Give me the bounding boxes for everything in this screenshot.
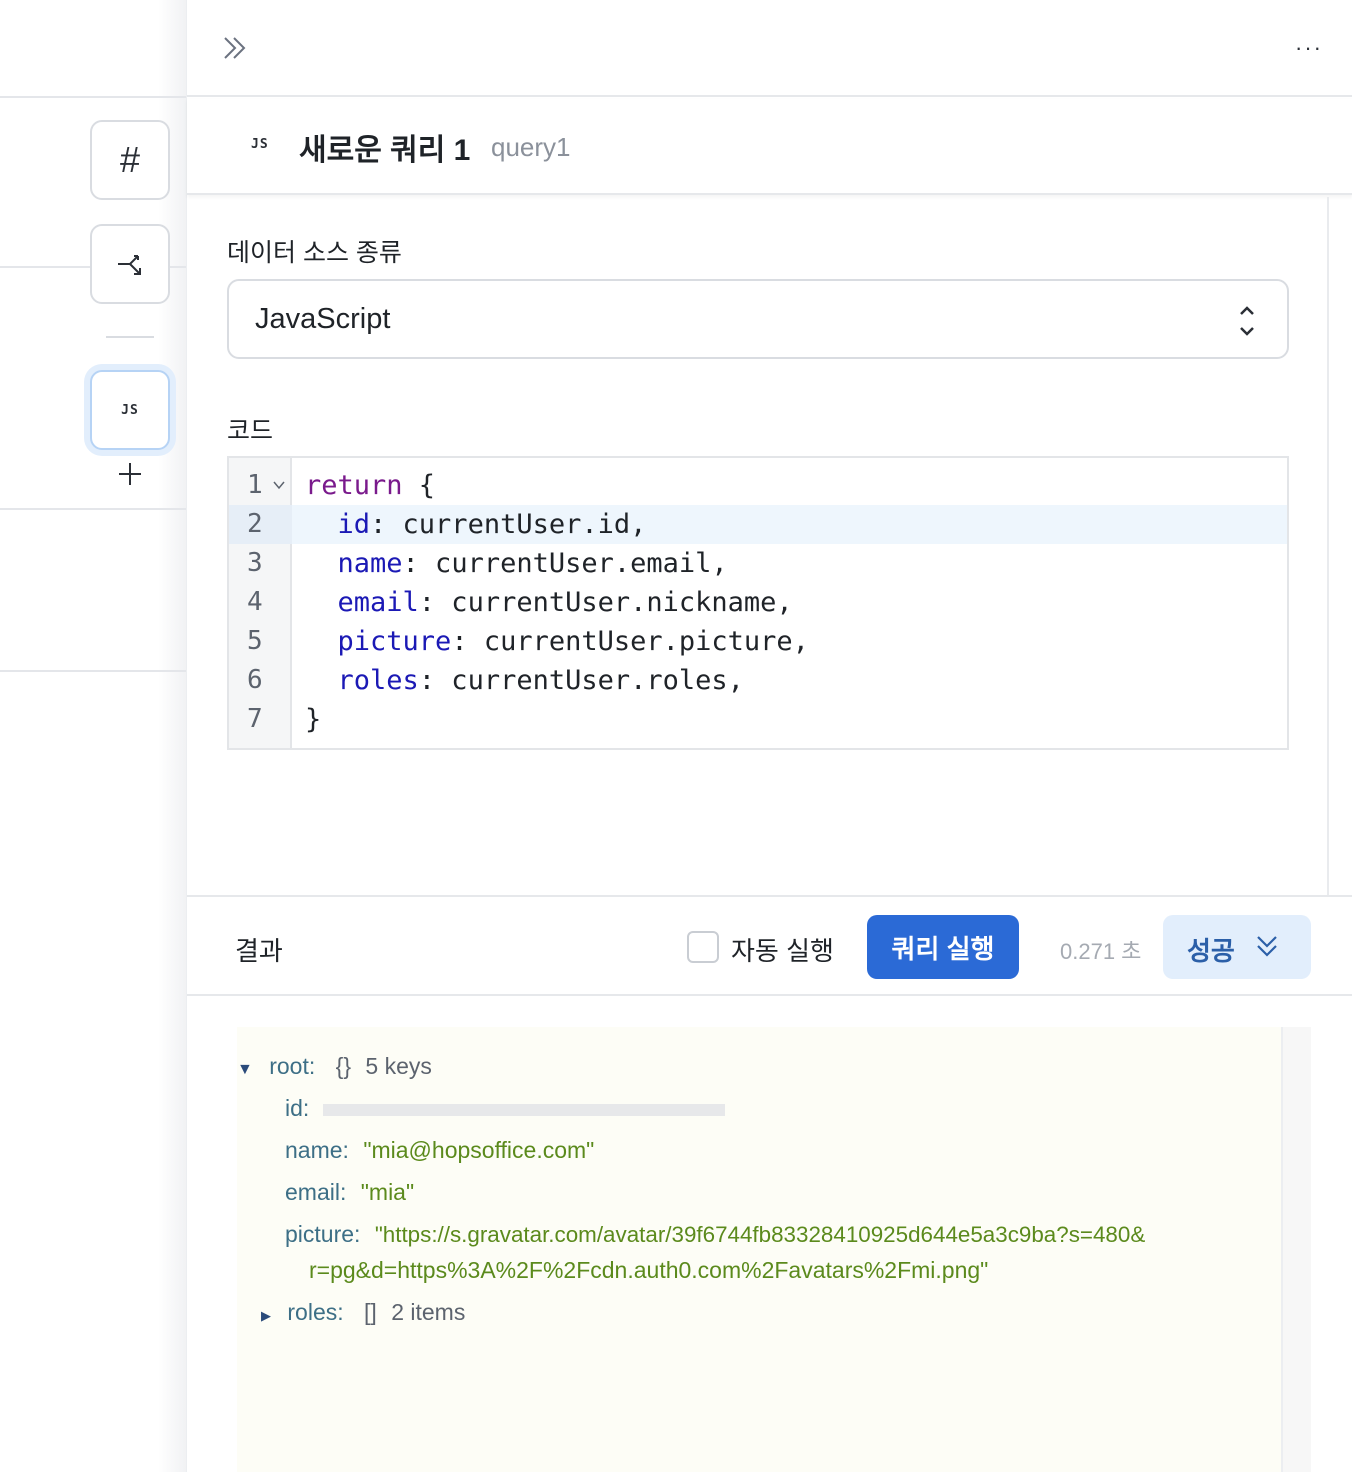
code-text: } bbox=[305, 704, 322, 735]
tree-key: roles: bbox=[287, 1299, 344, 1325]
code-line[interactable]: 3 name: currentUser.email, bbox=[229, 544, 1287, 583]
tree-count: 2 items bbox=[391, 1299, 466, 1325]
chevron-up-down-icon bbox=[1240, 306, 1254, 336]
rail-divider bbox=[0, 96, 186, 98]
tree-key: name: bbox=[285, 1137, 349, 1163]
code-line-active[interactable]: 2 id: currentUser.id, bbox=[229, 505, 1287, 544]
collapsed-triangle-icon[interactable]: ▶ bbox=[261, 1308, 271, 1323]
rail-divider bbox=[0, 508, 186, 510]
code-line[interactable]: 1 return { bbox=[229, 466, 1287, 505]
code-label: 코드 bbox=[227, 417, 274, 445]
query-config: 데이터 소스 종류 JavaScript 코드 1 return { 2 id:… bbox=[187, 197, 1329, 895]
tree-row-id: id: bbox=[285, 1093, 726, 1123]
code-line[interactable]: 6 roles: currentUser.roles, bbox=[229, 661, 1287, 700]
results-toolbar: 결과 자동 실행 쿼리 실행 0.271 초 성공 bbox=[187, 895, 1352, 996]
tree-key: root: bbox=[269, 1053, 316, 1079]
tree-value: "mia" bbox=[360, 1179, 415, 1205]
branch-arrow-icon bbox=[118, 255, 141, 275]
code-text: return { bbox=[305, 470, 436, 501]
query-titlebar: JS 새로운 쿼리 1 query1 bbox=[187, 99, 1352, 195]
rail-divider bbox=[0, 670, 186, 672]
tree-row-picture: picture: "https://s.gravatar.com/avatar/… bbox=[285, 1219, 1145, 1250]
redacted-value bbox=[323, 1103, 726, 1116]
result-viewer: ▼ root: {} 5 keys id: name: "mia@hopsoff… bbox=[237, 1027, 1281, 1472]
code-text: name: currentUser.email, bbox=[337, 548, 728, 579]
line-number: 4 bbox=[247, 587, 263, 617]
tree-key: picture: bbox=[285, 1221, 361, 1247]
status-toggle-button[interactable]: 성공 bbox=[1163, 915, 1311, 979]
expanded-triangle-icon[interactable]: ▼ bbox=[237, 1061, 253, 1078]
tree-row-name: name: "mia@hopsoffice.com" bbox=[285, 1135, 594, 1165]
tree-root-row[interactable]: ▼ root: {} 5 keys bbox=[237, 1051, 432, 1085]
code-line[interactable]: 7 } bbox=[229, 700, 1287, 739]
results-label: 결과 bbox=[235, 936, 283, 966]
tree-row-roles[interactable]: ▶ roles: [] 2 items bbox=[261, 1297, 465, 1331]
js-icon: JS bbox=[121, 402, 139, 418]
fold-chevron-icon[interactable] bbox=[273, 480, 285, 490]
more-icon: ··· bbox=[1295, 35, 1323, 60]
tree-key: id: bbox=[285, 1095, 310, 1121]
query-id: query1 bbox=[491, 132, 571, 162]
collapse-panel-button[interactable] bbox=[217, 30, 253, 66]
auto-run-label[interactable]: 자동 실행 bbox=[731, 931, 834, 968]
code-line[interactable]: 5 picture: currentUser.picture, bbox=[229, 622, 1287, 661]
js-query-button[interactable]: JS bbox=[90, 370, 170, 450]
auto-run-checkbox[interactable] bbox=[687, 931, 719, 963]
line-number: 7 bbox=[247, 704, 263, 734]
status-label: 성공 bbox=[1187, 936, 1235, 966]
code-line[interactable]: 4 email: currentUser.nickname, bbox=[229, 583, 1287, 622]
double-chevron-right-icon bbox=[224, 37, 246, 59]
datasource-label: 데이터 소스 종류 bbox=[227, 239, 402, 267]
tree-count: 5 keys bbox=[365, 1053, 432, 1079]
query-panel: ··· JS 새로운 쿼리 1 query1 데이터 소스 종류 JavaScr… bbox=[186, 0, 1352, 1472]
left-rail: # JS bbox=[0, 0, 186, 1472]
elapsed-time: 0.271 초 bbox=[1060, 939, 1142, 964]
tree-value: "mia@hopsoffice.com" bbox=[363, 1137, 595, 1163]
tree-type: {} bbox=[335, 1053, 352, 1079]
panel-topbar: ··· bbox=[187, 0, 1352, 97]
js-badge-icon: JS bbox=[251, 137, 269, 152]
code-text: id: currentUser.id, bbox=[337, 509, 647, 540]
query-title[interactable]: 새로운 쿼리 1 bbox=[299, 125, 470, 169]
result-scrollbar[interactable] bbox=[1281, 1027, 1311, 1472]
more-options-button[interactable]: ··· bbox=[1291, 30, 1327, 66]
rail-separator bbox=[106, 336, 154, 338]
line-number: 3 bbox=[247, 548, 263, 578]
tree-key: email: bbox=[285, 1179, 347, 1205]
tree-row-picture-cont: r=pg&d=https%3A%2F%2Fcdn.auth0.com%2Fava… bbox=[309, 1255, 988, 1285]
tree-row-email: email: "mia" bbox=[285, 1177, 414, 1207]
datasource-select[interactable]: JavaScript bbox=[227, 279, 1289, 359]
code-text: roles: currentUser.roles, bbox=[337, 665, 744, 696]
code-editor[interactable]: 1 return { 2 id: currentUser.id, 3 name:… bbox=[227, 456, 1289, 750]
hash-icon: # bbox=[119, 139, 141, 180]
code-text: email: currentUser.nickname, bbox=[337, 587, 793, 618]
code-keyword: return bbox=[305, 470, 403, 501]
hash-query-button[interactable]: # bbox=[90, 120, 170, 200]
tree-value: "https://s.gravatar.com/avatar/39f6744fb… bbox=[374, 1222, 1146, 1247]
transform-query-button[interactable] bbox=[90, 224, 170, 304]
code-text: picture: currentUser.picture, bbox=[337, 626, 809, 657]
tree-type: [] bbox=[364, 1299, 377, 1325]
add-query-button[interactable] bbox=[114, 458, 146, 490]
tree-value: r=pg&d=https%3A%2F%2Fcdn.auth0.com%2Fava… bbox=[309, 1257, 989, 1283]
line-number: 2 bbox=[229, 505, 292, 544]
run-query-button[interactable]: 쿼리 실행 bbox=[867, 915, 1019, 979]
datasource-value: JavaScript bbox=[255, 303, 391, 335]
line-number: 5 bbox=[247, 626, 263, 656]
line-number: 6 bbox=[247, 665, 263, 695]
plus-icon bbox=[119, 463, 141, 485]
double-chevron-down-icon bbox=[1257, 936, 1277, 957]
